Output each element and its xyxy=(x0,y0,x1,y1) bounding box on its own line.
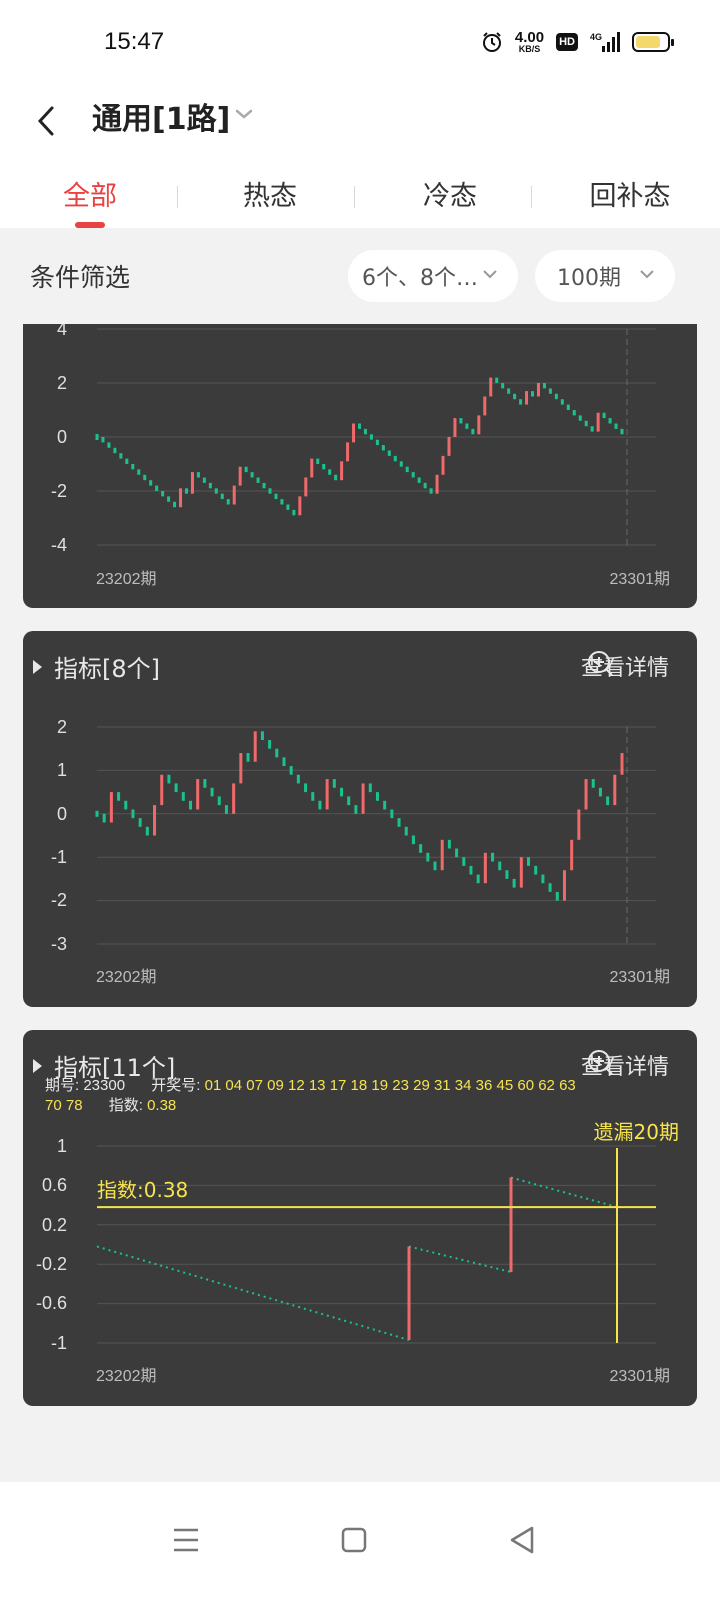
fall-segment xyxy=(510,1176,618,1209)
y-tick: -2 xyxy=(50,890,67,910)
net-speed: 4.00 KB/S xyxy=(515,30,544,54)
period-value: 23300 xyxy=(83,1077,126,1094)
back-icon[interactable] xyxy=(502,1520,542,1560)
y-tick: 4 xyxy=(56,324,67,339)
chevron-down-icon xyxy=(640,270,654,279)
tab-hot[interactable]: 热态 xyxy=(180,168,360,228)
tab-label: 冷态 xyxy=(423,181,477,212)
tab-bar: 全部 热态 冷态 回补态 xyxy=(0,168,720,228)
battery-icon xyxy=(632,32,674,52)
zoom-in-icon xyxy=(587,1050,613,1075)
header: 通用[1路] 全部 热态 冷态 回补态 xyxy=(0,88,720,228)
tab-divider xyxy=(531,186,532,208)
y-tick: 2 xyxy=(56,373,67,393)
zoom-in-icon xyxy=(587,651,613,676)
tab-label: 全部 xyxy=(63,181,117,212)
x-start-label: 23202期 xyxy=(96,1368,157,1385)
chart-panel-main[interactable]: 4 2 0 -2 -4 23202期 23301期 xyxy=(23,324,697,608)
expand-triangle-icon xyxy=(33,659,42,674)
page-title[interactable]: 通用[1路] xyxy=(92,94,230,138)
menu-icon[interactable] xyxy=(166,1520,206,1560)
status-time: 15:47 xyxy=(104,28,165,55)
tab-label: 回补态 xyxy=(589,181,671,212)
tab-cold[interactable]: 冷态 xyxy=(360,168,540,228)
index-key: 指数: xyxy=(108,1097,143,1114)
x-start-label: 23202期 xyxy=(96,571,157,588)
y-tick: 0 xyxy=(56,804,67,824)
tab-rebound[interactable]: 回补态 xyxy=(540,168,720,228)
x-end-label: 23301期 xyxy=(609,1368,671,1385)
chart-panel-index-11[interactable]: 指标[11个] 查看详情 期号: 23300 开奖号: 01 04 07 09 … xyxy=(23,1030,697,1406)
numbers-line1: 01 04 07 09 12 13 17 18 19 23 29 31 34 3… xyxy=(204,1077,576,1094)
numbers-line2: 70 78 xyxy=(45,1097,83,1114)
alarm-icon xyxy=(482,32,501,52)
index-value: 0.38 xyxy=(147,1097,177,1114)
battery-fill xyxy=(636,36,660,48)
tab-divider xyxy=(354,186,355,208)
y-tick: 1 xyxy=(56,760,67,780)
y-tick: 0.6 xyxy=(41,1175,67,1195)
system-nav-bar xyxy=(0,1482,720,1600)
panel-title-text: 指标[8个] xyxy=(54,655,160,683)
miss-label: 遗漏20期 xyxy=(593,1120,679,1144)
tab-all[interactable]: 全部 xyxy=(0,168,180,228)
period-info-2: 70 78 指数: 0.38 xyxy=(45,1096,685,1116)
chevron-down-icon[interactable] xyxy=(232,102,256,126)
x-end-label: 23301期 xyxy=(609,571,671,588)
panel-title[interactable]: 指标[8个] xyxy=(33,649,160,684)
chevron-left-icon[interactable] xyxy=(30,98,70,144)
period-info: 期号: 23300 开奖号: 01 04 07 09 12 13 17 18 1… xyxy=(45,1076,685,1096)
y-tick: -3 xyxy=(50,934,67,954)
status-bar: 15:47 4.00 KB/S HD 4G xyxy=(0,0,720,88)
tab-label: 热态 xyxy=(243,181,297,212)
y-tick: -1 xyxy=(50,1333,67,1353)
hd-icon: HD xyxy=(556,33,578,51)
y-tick: -4 xyxy=(50,535,67,555)
numbers-key: 开奖号: xyxy=(151,1077,201,1094)
view-detail-button[interactable]: 查看详情 xyxy=(581,650,669,682)
tab-divider xyxy=(177,186,178,208)
chart-panel-index-8[interactable]: 指标[8个] 查看详情 2 1 0 -1 -2 -3 23202期 23301期 xyxy=(23,631,697,1007)
period-select-value: 100期 xyxy=(557,266,621,291)
fall-segment xyxy=(408,1245,512,1274)
x-start-label: 23202期 xyxy=(96,969,157,986)
chevron-down-icon xyxy=(483,270,497,279)
net-speed-value: 4.00 xyxy=(514,29,545,46)
status-icons: 4.00 KB/S HD 4G xyxy=(481,30,674,54)
fall-segment xyxy=(96,1245,410,1342)
y-tick: 0.2 xyxy=(41,1215,67,1235)
network-type: 4G xyxy=(590,32,602,42)
home-icon[interactable] xyxy=(334,1520,374,1560)
index-line-label: 指数:0.38 xyxy=(97,1178,189,1202)
count-select-value: 6个、8个… xyxy=(362,266,478,291)
filter-label: 条件筛选 xyxy=(30,263,131,292)
y-tick: 2 xyxy=(56,717,67,737)
chart-index-8 xyxy=(95,726,656,945)
filter-bar: 条件筛选 6个、8个… 100期 xyxy=(0,228,720,324)
net-speed-unit: KB/S xyxy=(518,44,541,54)
signal-icon: 4G xyxy=(590,32,620,52)
y-tick: -0.6 xyxy=(35,1293,67,1313)
x-end-label: 23301期 xyxy=(609,969,671,986)
expand-triangle-icon xyxy=(33,1058,42,1073)
count-select[interactable]: 6个、8个… xyxy=(348,250,518,302)
y-tick: -0.2 xyxy=(35,1254,67,1274)
period-key: 期号: xyxy=(45,1077,80,1094)
y-tick: -1 xyxy=(50,847,67,867)
period-select[interactable]: 100期 xyxy=(535,250,675,302)
y-tick: 0 xyxy=(56,427,67,447)
y-tick: 1 xyxy=(56,1136,67,1156)
y-tick: -2 xyxy=(50,481,67,501)
